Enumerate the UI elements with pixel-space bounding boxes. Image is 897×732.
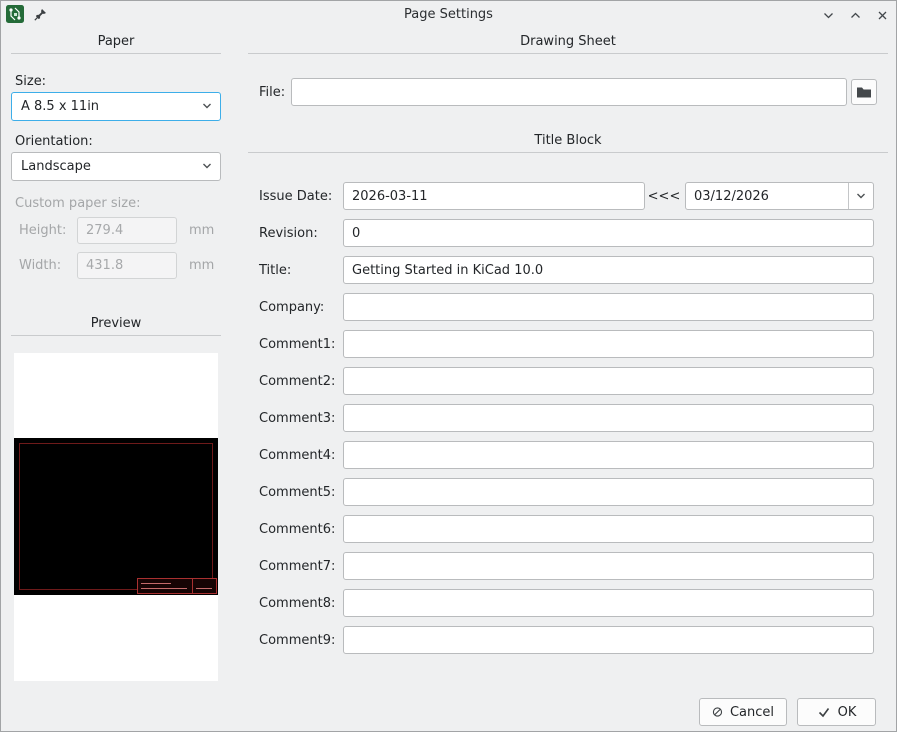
revision-label: Revision:: [259, 226, 343, 241]
comment7-row: Comment7:: [259, 552, 874, 580]
size-select-value: A 8.5 x 11in: [21, 99, 201, 114]
width-input: [77, 252, 177, 279]
chevron-down-icon: [201, 99, 213, 114]
size-label: Size:: [15, 74, 46, 89]
window-title: Page Settings: [1, 7, 896, 22]
title-row: Title:: [259, 256, 874, 284]
comment4-input[interactable]: [343, 441, 874, 469]
comment7-label: Comment7:: [259, 559, 343, 574]
issue-date-row: Issue Date: <<< 03/12/2026: [259, 182, 874, 210]
height-unit-label: mm: [189, 223, 214, 238]
comment5-row: Comment5:: [259, 478, 874, 506]
width-label: Width:: [19, 258, 77, 273]
comment5-label: Comment5:: [259, 485, 343, 500]
company-label: Company:: [259, 300, 343, 315]
comment6-row: Comment6:: [259, 515, 874, 543]
company-input[interactable]: [343, 293, 874, 321]
comment8-row: Comment8:: [259, 589, 874, 617]
comment1-label: Comment1:: [259, 337, 343, 352]
preview-page: [14, 438, 218, 595]
file-label: File:: [259, 85, 285, 100]
preview-sheet-frame: [19, 443, 213, 590]
title-label: Title:: [259, 263, 343, 278]
drawing-sheet-file-row: File:: [259, 78, 877, 106]
preview-section-header: Preview: [11, 316, 221, 336]
title-input[interactable]: [343, 256, 874, 284]
dialog-footer: Cancel OK: [699, 698, 876, 726]
comment1-row: Comment1:: [259, 330, 874, 358]
copy-date-button[interactable]: <<<: [649, 183, 679, 209]
comment3-input[interactable]: [343, 404, 874, 432]
custom-paper-size-label: Custom paper size:: [15, 196, 140, 211]
titlebar: Page Settings: [1, 1, 896, 29]
date-picker[interactable]: 03/12/2026: [685, 182, 874, 210]
comment3-row: Comment3:: [259, 404, 874, 432]
height-label: Height:: [19, 223, 77, 238]
preview-title-block: [137, 578, 217, 594]
orientation-label: Orientation:: [15, 134, 93, 149]
minimize-button[interactable]: [820, 7, 836, 23]
comment4-label: Comment4:: [259, 448, 343, 463]
title-block-form: Issue Date: <<< 03/12/2026 Revision: Tit…: [259, 182, 874, 663]
paper-section-header: Paper: [11, 34, 221, 54]
file-input[interactable]: [291, 78, 847, 106]
comment2-input[interactable]: [343, 367, 874, 395]
issue-date-input[interactable]: [343, 182, 645, 210]
ok-button-label: OK: [838, 705, 857, 720]
comment9-input[interactable]: [343, 626, 874, 654]
size-select[interactable]: A 8.5 x 11in: [11, 92, 221, 121]
comment9-label: Comment9:: [259, 633, 343, 648]
comment2-row: Comment2:: [259, 367, 874, 395]
paper-preview: [14, 353, 218, 681]
orientation-select-value: Landscape: [21, 159, 201, 174]
comment6-input[interactable]: [343, 515, 874, 543]
page-settings-dialog: Page Settings Paper Size: A 8.5 x 11in O…: [0, 0, 897, 732]
comment7-input[interactable]: [343, 552, 874, 580]
browse-file-button[interactable]: [851, 79, 877, 105]
comment8-label: Comment8:: [259, 596, 343, 611]
chevron-down-icon: [201, 159, 213, 174]
comment3-label: Comment3:: [259, 411, 343, 426]
comment6-label: Comment6:: [259, 522, 343, 537]
custom-height-row: Height: mm: [19, 217, 214, 244]
close-icon[interactable]: [874, 7, 890, 23]
orientation-select[interactable]: Landscape: [11, 152, 221, 181]
height-input: [77, 217, 177, 244]
check-icon: [817, 705, 831, 719]
comment8-input[interactable]: [343, 589, 874, 617]
comment4-row: Comment4:: [259, 441, 874, 469]
comment2-label: Comment2:: [259, 374, 343, 389]
drawing-sheet-section-header: Drawing Sheet: [248, 34, 888, 54]
title-block-section-header: Title Block: [248, 133, 888, 153]
comment9-row: Comment9:: [259, 626, 874, 654]
revision-row: Revision:: [259, 219, 874, 247]
width-unit-label: mm: [189, 258, 214, 273]
comment1-input[interactable]: [343, 330, 874, 358]
chevron-down-icon: [855, 192, 867, 200]
ok-button[interactable]: OK: [797, 698, 876, 726]
issue-date-label: Issue Date:: [259, 189, 343, 204]
company-row: Company:: [259, 293, 874, 321]
maximize-button[interactable]: [847, 7, 863, 23]
date-picker-dropdown-button[interactable]: [848, 183, 873, 209]
custom-width-row: Width: mm: [19, 252, 214, 279]
cancel-icon: [712, 705, 723, 719]
date-picker-value: 03/12/2026: [686, 189, 848, 204]
revision-input[interactable]: [343, 219, 874, 247]
cancel-button-label: Cancel: [730, 705, 774, 720]
cancel-button[interactable]: Cancel: [699, 698, 787, 726]
folder-icon: [856, 86, 872, 99]
comment5-input[interactable]: [343, 478, 874, 506]
